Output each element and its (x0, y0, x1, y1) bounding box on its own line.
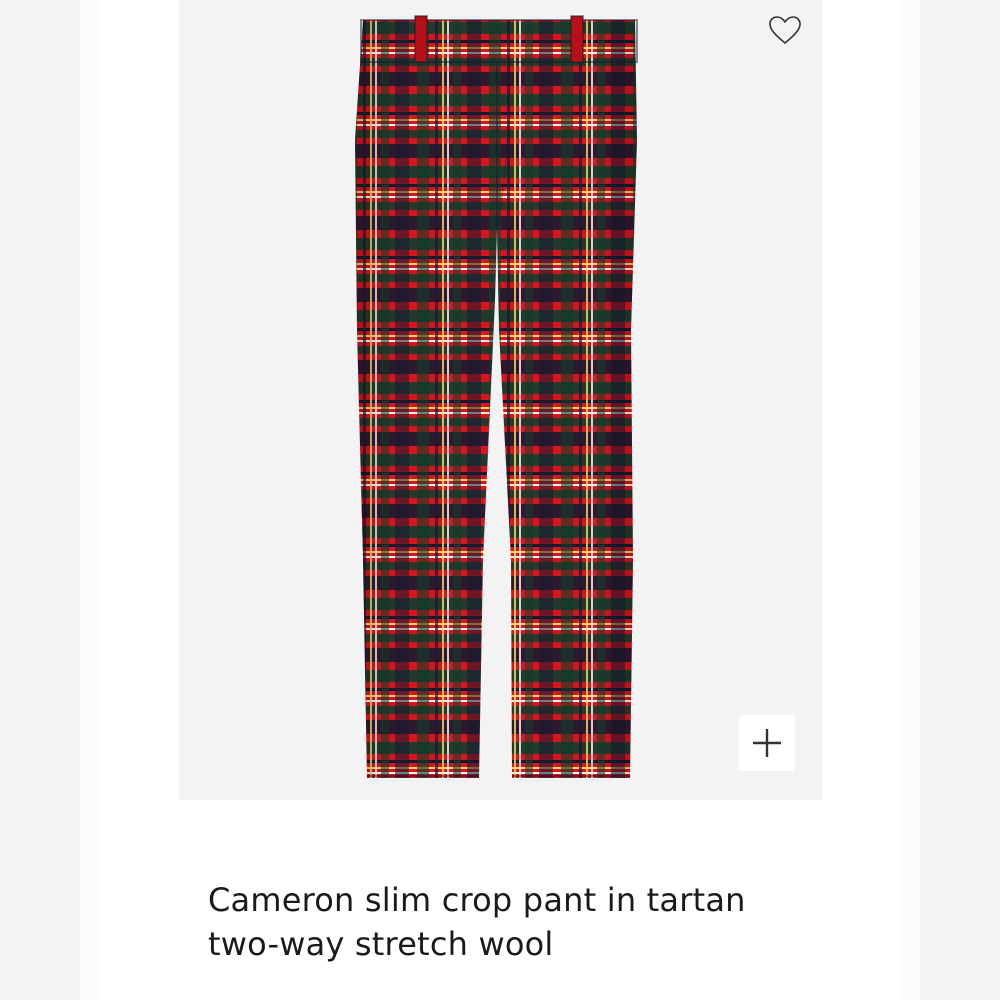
product-title[interactable]: Cameron slim crop pant in tartan two-way… (208, 878, 848, 966)
product-page: Cameron slim crop pant in tartan two-way… (0, 0, 1000, 1000)
product-image-area[interactable] (179, 0, 822, 800)
heart-outline-icon (769, 16, 801, 44)
product-title-line-2: two-way stretch wool (208, 925, 554, 963)
product-title-line-1: Cameron slim crop pant in tartan (208, 881, 746, 919)
zoom-button[interactable] (739, 715, 795, 771)
wishlist-button[interactable] (766, 12, 804, 48)
left-side-panel (0, 0, 100, 1000)
product-image[interactable] (179, 0, 822, 800)
plus-icon (753, 729, 781, 757)
product-card[interactable]: Cameron slim crop pant in tartan two-way… (100, 0, 900, 1000)
right-side-panel (900, 0, 1000, 1000)
